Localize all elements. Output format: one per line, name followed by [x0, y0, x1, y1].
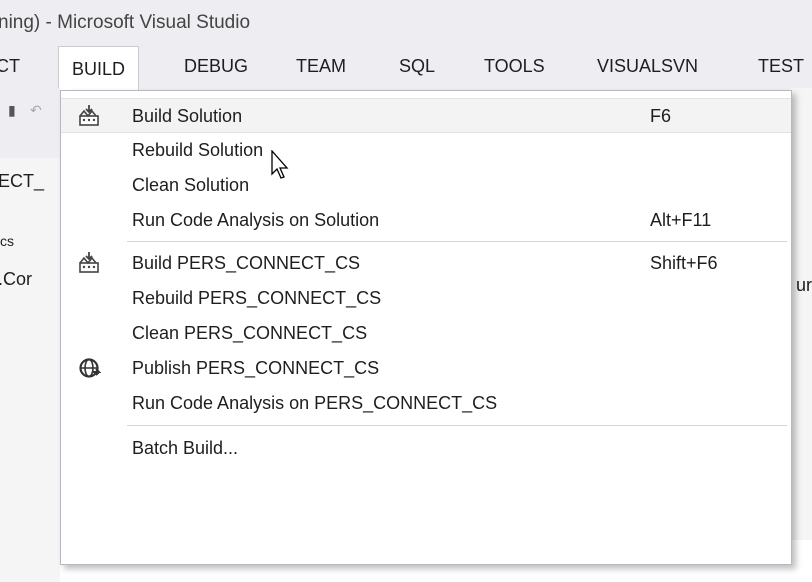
menu-test[interactable]: TEST — [758, 56, 804, 77]
menu-item-label: Run Code Analysis on Solution — [132, 210, 380, 230]
menu-item-clean-project[interactable]: Clean PERS_CONNECT_CS — [61, 316, 791, 351]
publish-globe-icon — [77, 356, 102, 380]
title-bar: ning) - Microsoft Visual Studio — [0, 0, 812, 46]
window-title: ning) - Microsoft Visual Studio — [0, 12, 251, 33]
background-tab-text: cs — [0, 233, 14, 249]
menu-item-shortcut: Alt+F11 — [650, 210, 712, 230]
menu-separator — [127, 425, 787, 426]
menu-item-clean-solution[interactable]: Clean Solution — [61, 168, 791, 203]
menu-debug[interactable]: DEBUG — [184, 56, 248, 77]
background-text: .Cor — [0, 269, 33, 289]
menu-item-label: Clean Solution — [132, 175, 250, 195]
menu-project[interactable]: CT — [0, 56, 20, 77]
menu-item-run-code-analysis-project[interactable]: Run Code Analysis on PERS_CONNECT_CS — [61, 386, 791, 421]
menu-sql[interactable]: SQL — [399, 56, 435, 77]
menu-item-publish-project[interactable]: Publish PERS_CONNECT_CS — [61, 351, 791, 386]
menu-item-rebuild-project[interactable]: Rebuild PERS_CONNECT_CS — [61, 281, 791, 316]
menu-item-label: Build Solution — [132, 106, 243, 126]
build-menu-dropdown: Build Solution F6 Rebuild Solution Clean… — [60, 90, 792, 565]
build-icon — [77, 251, 101, 275]
toolbar-undo-icon[interactable]: ↶ — [30, 102, 42, 119]
menu-item-run-code-analysis-solution[interactable]: Run Code Analysis on Solution Alt+F11 — [61, 203, 791, 238]
menu-item-rebuild-solution[interactable]: Rebuild Solution — [61, 133, 791, 168]
background-editor-right: ur — [790, 88, 812, 582]
menu-item-build-solution[interactable]: Build Solution F6 — [61, 98, 791, 133]
mouse-cursor-icon — [271, 149, 291, 185]
background-text: ECT_ — [0, 171, 45, 191]
background-text: ur — [796, 275, 812, 295]
menu-item-label: Batch Build... — [132, 438, 239, 458]
menu-build[interactable]: BUILD — [58, 46, 140, 90]
background-editor-left: ECT_ cs .Cor — [0, 158, 60, 582]
menu-item-batch-build[interactable]: Batch Build... — [61, 431, 791, 466]
toolbar: ▮ ↶ — [0, 88, 60, 158]
menu-item-shortcut: F6 — [650, 106, 672, 126]
menu-item-label: Run Code Analysis on PERS_CONNECT_CS — [132, 393, 498, 413]
menu-item-shortcut: Shift+F6 — [650, 253, 718, 273]
menu-item-build-project[interactable]: Build PERS_CONNECT_CS Shift+F6 — [61, 246, 791, 281]
menu-item-label: Clean PERS_CONNECT_CS — [132, 323, 368, 343]
menu-item-label: Build PERS_CONNECT_CS — [132, 253, 361, 273]
menu-item-label: Rebuild PERS_CONNECT_CS — [132, 288, 382, 308]
menu-bar: CT BUILD DEBUG TEAM SQL TOOLS VISUALSVN … — [0, 46, 812, 90]
toolbar-save-icon[interactable]: ▮ — [8, 102, 16, 119]
menu-team[interactable]: TEAM — [296, 56, 346, 77]
menu-item-label: Publish PERS_CONNECT_CS — [132, 358, 380, 378]
menu-tools[interactable]: TOOLS — [484, 56, 545, 77]
menu-item-label: Rebuild Solution — [132, 140, 264, 160]
menu-visualsvn[interactable]: VISUALSVN — [597, 56, 698, 77]
build-icon — [77, 104, 101, 128]
menu-separator — [127, 241, 787, 242]
